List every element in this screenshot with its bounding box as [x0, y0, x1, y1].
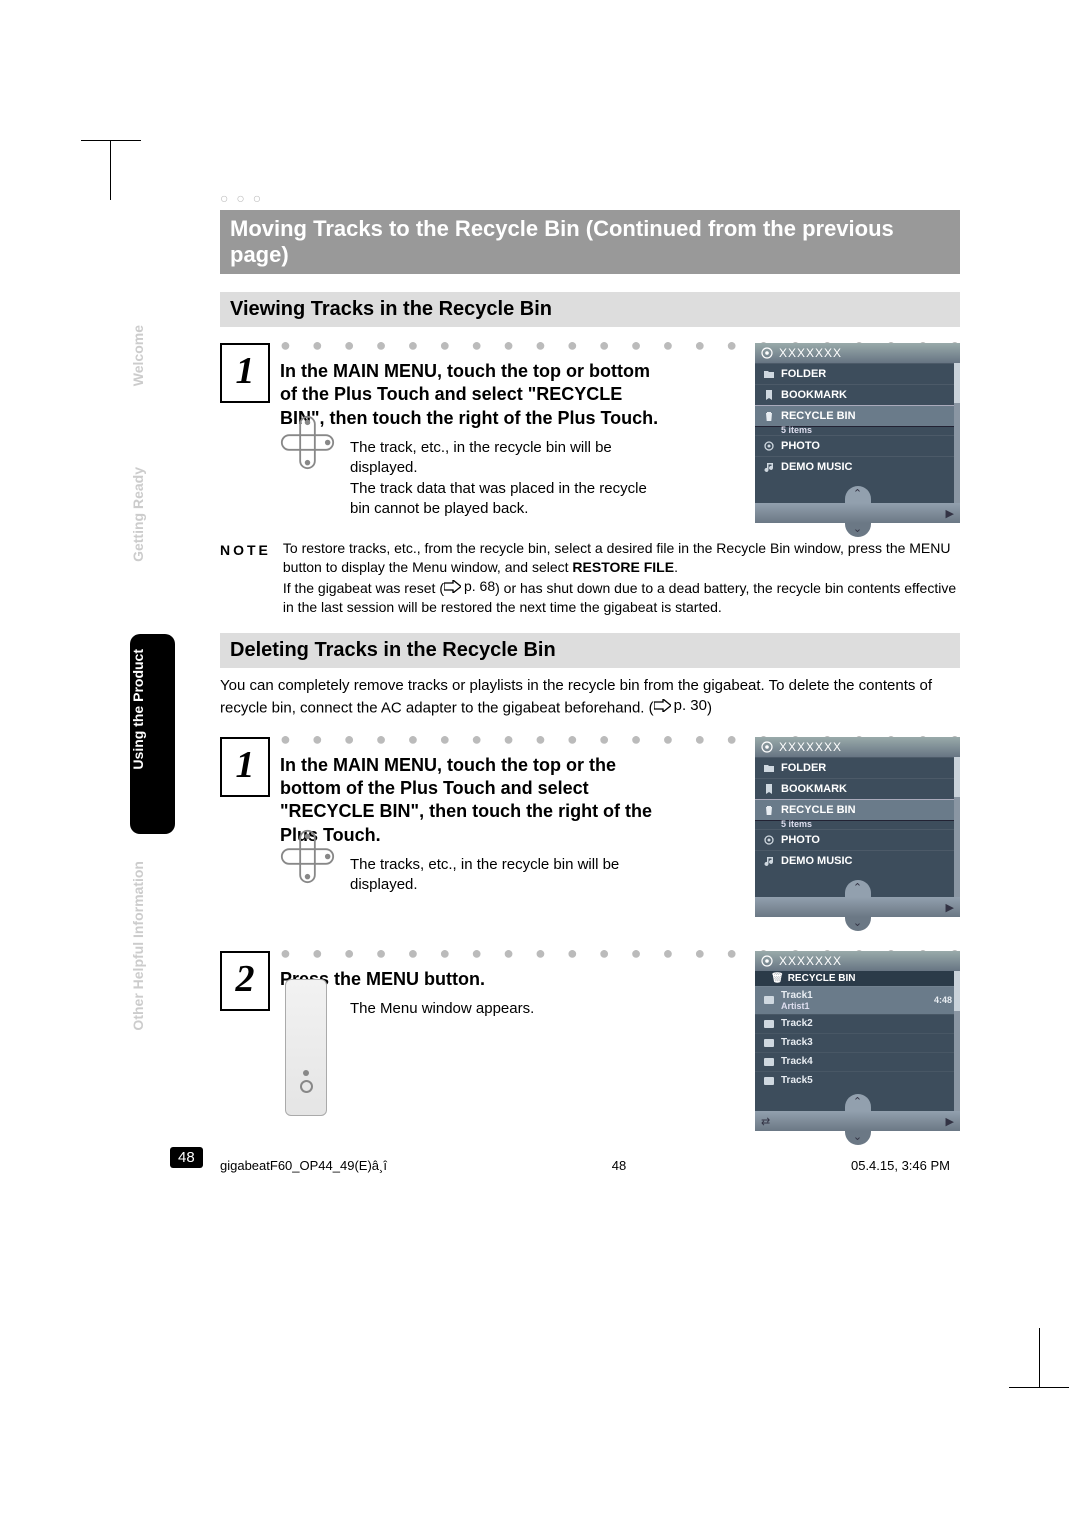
menu-item-photo: PHOTO [781, 834, 820, 846]
track-row: Track2 [755, 1014, 960, 1033]
photo-icon [763, 834, 775, 846]
menu-item-recycle-bin: RECYCLE BIN [781, 804, 856, 816]
device-footer: ⌃ ▶ ⌄ [755, 503, 960, 523]
note-label: NOTE [220, 539, 271, 617]
play-indicator-icon: ▶ [946, 507, 954, 520]
step-a1-title: In the MAIN MENU, touch the top or botto… [280, 360, 670, 430]
track-icon [763, 1075, 775, 1087]
chevron-down-icon: ⌄ [845, 1131, 871, 1145]
music-icon [763, 855, 775, 867]
gigabeat-logo-icon [761, 955, 773, 967]
music-icon [763, 461, 775, 473]
device-title: XXXXXXX [779, 954, 842, 968]
menu-item-folder: FOLDER [781, 762, 826, 774]
menu-item-demo-music: DEMO MUSIC [781, 855, 853, 867]
step-a1-desc2: The track data that was placed in the re… [350, 479, 670, 520]
device-scrollbar [954, 757, 960, 897]
menu-item-bookmark: BOOKMARK [781, 389, 847, 401]
folder-icon [763, 368, 775, 380]
step-b2-title: Press the MENU button. [280, 968, 670, 991]
trash-icon [763, 804, 775, 816]
chevron-down-icon: ⌄ [845, 523, 871, 537]
menu-item-photo: PHOTO [781, 440, 820, 452]
tab-other-helpful-information: Other Helpful Information [130, 846, 175, 1096]
menu-button-icon [303, 1070, 309, 1076]
device-title: XXXXXXX [779, 346, 842, 360]
page-ref-icon: p. 68 [444, 577, 495, 596]
step-b1-title: In the MAIN MENU, touch the top or the b… [280, 754, 670, 848]
device-scrollbar [954, 971, 960, 1111]
section-tabs: Welcome Getting Ready Using the Product … [130, 310, 175, 1080]
device-screen-recycle-bin-menu-1: XXXXXXX FOLDER BOOKMARK RECYCLE BIN 5 it… [755, 343, 960, 523]
page-number: 48 [170, 1147, 203, 1168]
list-header-recycle-bin: 🗑RECYCLE BIN [755, 971, 960, 986]
trash-icon [763, 410, 775, 422]
menu-button-ring-icon [300, 1080, 313, 1093]
device-screen-track-list: XXXXXXX 🗑RECYCLE BIN Track1Artist14:48 T… [755, 951, 960, 1131]
step-b1-desc: The tracks, etc., in the recycle bin wil… [350, 855, 670, 896]
bookmark-icon [763, 783, 775, 795]
track-icon [763, 994, 775, 1006]
step-b1: ● ● ● ● ● ● ● ● ● ● ● ● ● ● ● ● ● ● ● ● … [220, 729, 960, 929]
step-number-1: 1 [220, 343, 270, 403]
page-title: Moving Tracks to the Recycle Bin (Contin… [220, 210, 960, 274]
device-footer: ⌃ ▶ ⌄ [755, 897, 960, 917]
print-footer: gigabeatF60_OP44_49(E)â¸î 48 05.4.15, 3:… [220, 1158, 950, 1173]
random-icon: ⇄ [761, 1115, 770, 1128]
folder-icon [763, 762, 775, 774]
crop-mark-top-left [110, 140, 171, 200]
gigabeat-logo-icon [761, 741, 773, 753]
step-b2-desc: The Menu window appears. [350, 999, 670, 1019]
step-number-2: 2 [220, 951, 270, 1011]
track-icon [763, 1037, 775, 1049]
track-row: Track1Artist14:48 [755, 986, 960, 1014]
note-text: To restore tracks, etc., from the recycl… [283, 539, 960, 617]
footer-filename: gigabeatF60_OP44_49(E)â¸î [220, 1158, 387, 1173]
device-footer: ⌃ ⇄ ▶ ⌄ [755, 1111, 960, 1131]
step-a1-desc1: The track, etc., in the recycle bin will… [350, 438, 670, 479]
menu-item-bookmark: BOOKMARK [781, 783, 847, 795]
footer-page: 48 [612, 1158, 626, 1173]
menu-item-recycle-bin-sub: 5 items [755, 425, 960, 435]
tab-welcome: Welcome [130, 310, 175, 440]
section-heading-delete: Deleting Tracks in the Recycle Bin [220, 633, 960, 668]
device-side-view [285, 979, 327, 1116]
play-indicator-icon: ▶ [946, 1115, 954, 1128]
device-scrollbar [954, 363, 960, 503]
plus-touch-icon [280, 415, 335, 470]
menu-item-demo-music: DEMO MUSIC [781, 461, 853, 473]
section-b-intro: You can completely remove tracks or play… [220, 676, 960, 719]
device-screen-recycle-bin-menu-2: XXXXXXX FOLDER BOOKMARK RECYCLE BIN 5 it… [755, 737, 960, 917]
track-icon [763, 1018, 775, 1030]
play-indicator-icon: ▶ [946, 901, 954, 914]
plus-touch-icon [280, 829, 335, 884]
ornament-dots: ○ ○ ○ [220, 190, 960, 206]
track-row: Track5 [755, 1071, 960, 1090]
menu-item-recycle-bin-sub: 5 items [755, 819, 960, 829]
tab-getting-ready: Getting Ready [130, 452, 175, 622]
note-block: NOTE To restore tracks, etc., from the r… [220, 539, 960, 617]
footer-timestamp: 05.4.15, 3:46 PM [851, 1158, 950, 1173]
device-title: XXXXXXX [779, 740, 842, 754]
menu-item-folder: FOLDER [781, 368, 826, 380]
section-heading-view: Viewing Tracks in the Recycle Bin [220, 292, 960, 327]
step-a1: ● ● ● ● ● ● ● ● ● ● ● ● ● ● ● ● ● ● ● ● … [220, 335, 960, 525]
chevron-down-icon: ⌄ [845, 917, 871, 931]
step-number-1: 1 [220, 737, 270, 797]
track-row: Track4 [755, 1052, 960, 1071]
track-icon [763, 1056, 775, 1068]
crop-mark-bottom-right [979, 1328, 1040, 1388]
tab-using-the-product: Using the Product [130, 634, 175, 834]
step-b2: ● ● ● ● ● ● ● ● ● ● ● ● ● ● ● ● ● ● ● ● … [220, 943, 960, 1143]
track-row: Track3 [755, 1033, 960, 1052]
menu-item-recycle-bin: RECYCLE BIN [781, 410, 856, 422]
gigabeat-logo-icon [761, 347, 773, 359]
bookmark-icon [763, 389, 775, 401]
page-ref-icon: p. 30 [654, 696, 707, 716]
photo-icon [763, 440, 775, 452]
